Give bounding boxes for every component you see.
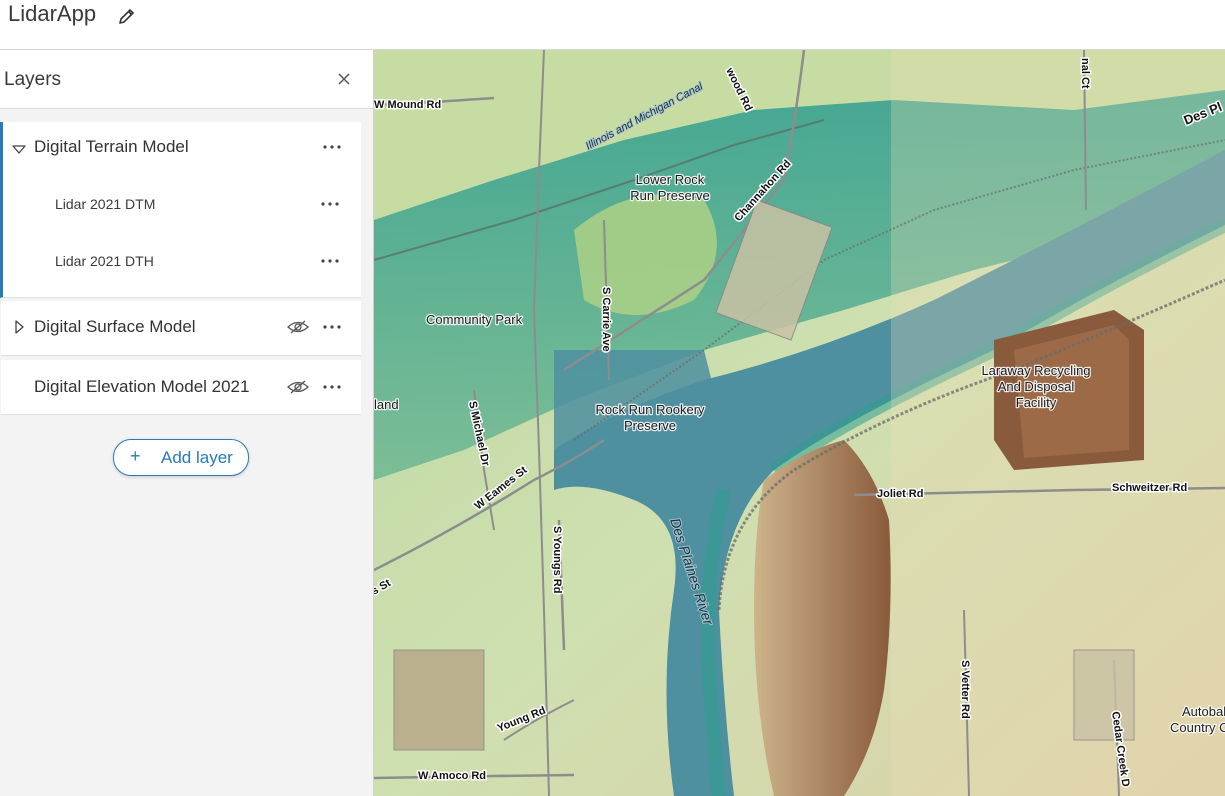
add-layer-button[interactable]: + Add layer: [113, 439, 249, 476]
more-options-icon[interactable]: [321, 319, 343, 335]
add-layer-label: Add layer: [161, 448, 233, 467]
eye-icon[interactable]: [287, 379, 309, 395]
place-label: Laraway Recycling: [981, 363, 1090, 378]
app-header: LidarApp: [0, 0, 1225, 50]
place-label: land: [374, 397, 399, 412]
layer-item-digital-terrain-model[interactable]: Digital Terrain Model Lidar 2021 DTM Lid…: [0, 122, 361, 298]
place-label: Autobah: [1182, 704, 1225, 719]
more-options-icon[interactable]: [321, 379, 343, 395]
chevron-right-icon[interactable]: [12, 320, 26, 334]
plus-icon: +: [130, 446, 141, 466]
road-label: Joliet Rd: [877, 488, 923, 500]
panel-header: Layers: [0, 50, 373, 109]
app-title: LidarApp: [8, 1, 97, 26]
road-label: S Vetter Rd: [959, 660, 971, 719]
panel-title: Layers: [4, 69, 62, 90]
layer-label: Digital Elevation Model 2021: [34, 377, 250, 396]
layers-panel: Layers Digital Terrain Model Lidar 2021 …: [0, 50, 374, 796]
map-view[interactable]: W Mound Rd wood Rd nal Ct Des Pl Channah…: [374, 50, 1225, 796]
place-label: Rock Run Rookery: [595, 402, 705, 417]
place-label: And Disposal: [998, 379, 1075, 394]
elevation-map[interactable]: W Mound Rd wood Rd nal Ct Des Pl Channah…: [374, 50, 1225, 796]
road-label: nal Ct: [1079, 58, 1091, 89]
road-label: S Carrie Ave: [600, 287, 612, 352]
place-label: Run Preserve: [630, 188, 709, 203]
close-icon[interactable]: [335, 70, 353, 88]
more-options-icon[interactable]: [319, 196, 341, 212]
sublayer-label-dtm[interactable]: Lidar 2021 DTM: [55, 196, 155, 212]
road-label: W Amoco Rd: [418, 770, 486, 782]
place-label: Lower Rock: [636, 172, 705, 187]
layer-item-digital-elevation-model-2021[interactable]: Digital Elevation Model 2021: [1, 360, 361, 415]
layer-label: Digital Surface Model: [34, 317, 196, 336]
sublayer-label-dth[interactable]: Lidar 2021 DTH: [55, 253, 154, 269]
place-label: Preserve: [624, 418, 676, 433]
place-label: Facility: [1016, 395, 1057, 410]
more-options-icon[interactable]: [319, 253, 341, 269]
place-label: Community Park: [426, 312, 523, 327]
place-label: Country C: [1170, 720, 1225, 735]
more-options-icon[interactable]: [321, 139, 343, 155]
chevron-down-icon[interactable]: [12, 142, 26, 156]
layer-label: Digital Terrain Model: [34, 137, 189, 156]
road-label: S Youngs Rd: [551, 526, 563, 593]
road-label: Schweitzer Rd: [1112, 482, 1187, 494]
pencil-icon[interactable]: [117, 6, 137, 26]
layer-item-digital-surface-model[interactable]: Digital Surface Model: [1, 301, 361, 356]
eye-icon[interactable]: [287, 319, 309, 335]
road-label: W Mound Rd: [374, 99, 441, 111]
